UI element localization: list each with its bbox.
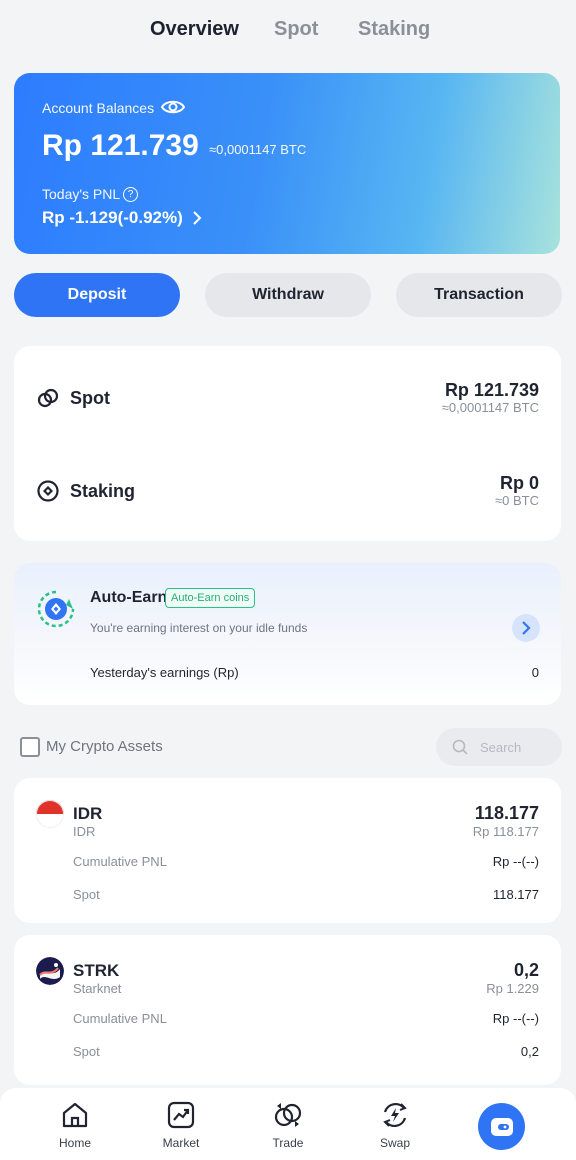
account-amount: Rp 0 (499, 473, 539, 493)
asset-symbol: IDR (73, 804, 103, 823)
accounts-card: Spot Rp 121.739 ≈0,0001147 BTC Staking R… (14, 346, 561, 541)
nav-trade[interactable]: Trade (248, 1088, 328, 1160)
account-name: Staking (70, 481, 136, 501)
nav-label: Trade (272, 1136, 304, 1150)
auto-earn-subtitle: You're earning interest on your idle fun… (90, 621, 308, 635)
auto-earn-card[interactable]: Auto-Earn Auto-Earn coins You're earning… (14, 563, 561, 705)
account-btc: ≈0 BTC (495, 493, 539, 508)
swap-icon (380, 1100, 410, 1135)
my-crypto-assets-label: My Crypto Assets (46, 738, 163, 755)
tab-staking[interactable]: Staking (358, 18, 430, 41)
withdraw-button[interactable]: Withdraw (205, 273, 371, 317)
nav-home[interactable]: Home (35, 1088, 115, 1160)
starknet-icon (36, 957, 64, 985)
nav-label: Home (58, 1136, 91, 1150)
asset-fiat: Rp 118.177 (472, 824, 539, 839)
staking-icon (36, 479, 60, 508)
pnl-value[interactable]: Rp -1.129(-0.92%) (42, 208, 183, 228)
nav-swap[interactable]: Swap (355, 1088, 435, 1160)
yesterday-earnings-value: 0 (531, 665, 539, 680)
auto-earn-icon (36, 589, 76, 634)
eye-icon[interactable] (160, 97, 186, 122)
asset-amount: 0,2 (513, 960, 539, 980)
search-icon (452, 739, 468, 760)
asset-amount: 118.177 (474, 803, 539, 823)
account-name: Spot (70, 388, 110, 408)
cumulative-pnl-value: Rp --(--) (492, 1011, 539, 1026)
balance-card: Account Balances Rp 121.739 ≈0,0001147 B… (14, 73, 560, 254)
nav-label: Market (162, 1136, 200, 1150)
account-balances-label: Account Balances (42, 100, 155, 116)
yesterday-earnings-label: Yesterday's earnings (Rp) (90, 665, 239, 680)
deposit-button[interactable]: Deposit (14, 273, 180, 317)
nav-wallet[interactable] (478, 1103, 525, 1150)
auto-earn-title: Auto-Earn (90, 589, 168, 606)
help-icon[interactable]: ? (123, 187, 138, 202)
asset-symbol: STRK (73, 961, 120, 980)
cumulative-pnl-label: Cumulative PNL (73, 854, 167, 869)
spot-label: Spot (73, 1044, 100, 1059)
pnl-label: Today's PNL (42, 186, 121, 202)
nav-label: Swap (379, 1136, 411, 1150)
asset-name: IDR (73, 824, 96, 839)
cumulative-pnl-label: Cumulative PNL (73, 1011, 167, 1026)
transaction-button[interactable]: Transaction (396, 273, 562, 317)
spot-label: Spot (73, 887, 100, 902)
link-icon (36, 386, 60, 415)
wallet-icon (489, 1115, 515, 1144)
search-input[interactable]: Search (436, 728, 562, 766)
idr-flag-icon (36, 800, 64, 828)
spot-value: 118.177 (492, 887, 539, 902)
cumulative-pnl-value: Rp --(--) (492, 854, 539, 869)
tab-spot[interactable]: Spot (274, 18, 318, 41)
account-row-spot[interactable]: Spot Rp 121.739 ≈0,0001147 BTC (14, 346, 561, 446)
balance-btc: ≈0,0001147 BTC (209, 142, 307, 157)
account-amount: Rp 121.739 (444, 380, 539, 400)
balance-amount: Rp 121.739 (42, 129, 199, 162)
asset-fiat: Rp 1.229 (486, 981, 539, 996)
spot-value: 0,2 (520, 1044, 539, 1059)
hide-small-assets-checkbox[interactable] (20, 737, 40, 757)
account-btc: ≈0,0001147 BTC (441, 400, 539, 415)
asset-name: Starknet (73, 981, 122, 996)
home-icon (60, 1100, 90, 1135)
trade-icon (273, 1100, 303, 1135)
chevron-right-icon[interactable] (192, 210, 202, 231)
nav-market[interactable]: Market (141, 1088, 221, 1160)
asset-card-strk[interactable]: STRK Starknet 0,2 Rp 1.229 Cumulative PN… (14, 935, 561, 1085)
chevron-right-icon[interactable] (512, 614, 540, 642)
top-tabs: Overview Spot Staking (0, 0, 576, 62)
search-placeholder: Search (480, 740, 522, 755)
asset-card-idr[interactable]: IDR IDR 118.177 Rp 118.177 Cumulative PN… (14, 778, 561, 923)
bottom-nav: Home Market Trade Swap (0, 1088, 576, 1160)
account-row-staking[interactable]: Staking Rp 0 ≈0 BTC (14, 446, 561, 541)
tab-overview[interactable]: Overview (150, 18, 239, 41)
auto-earn-badge: Auto-Earn coins (165, 588, 256, 608)
market-chart-icon (166, 1100, 196, 1135)
